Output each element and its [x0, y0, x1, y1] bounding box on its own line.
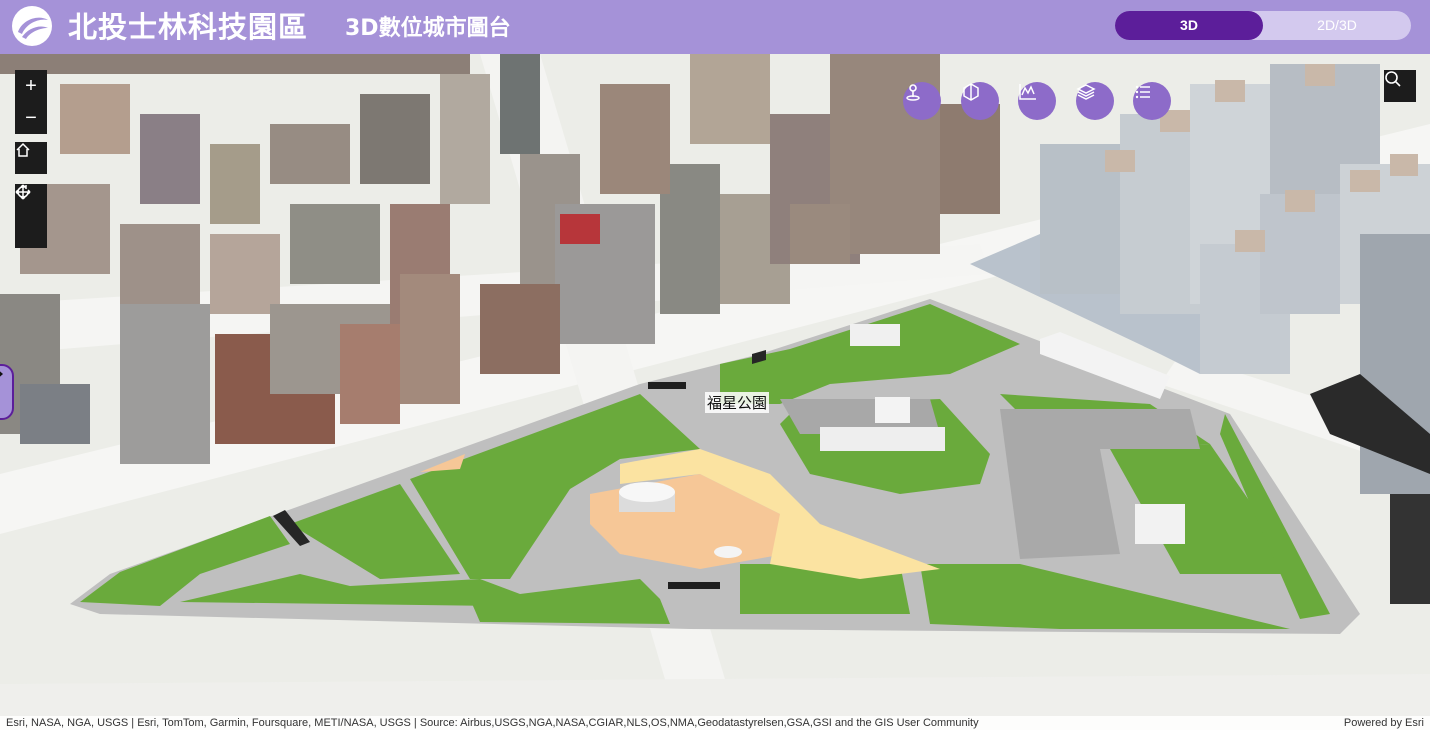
app-logo-icon — [12, 6, 52, 46]
zoom-in-icon: + — [25, 74, 37, 97]
view-mode-toggle: 3D 2D/3D — [1115, 11, 1411, 40]
cube-icon — [963, 83, 979, 101]
search-icon — [1385, 71, 1401, 87]
zoom-out-icon: − — [25, 106, 37, 129]
zoom-in-button[interactable]: + — [15, 70, 47, 102]
location-tool-button[interactable] — [903, 82, 941, 120]
navigation-toggle — [15, 184, 47, 248]
3d-object-tool-button[interactable] — [961, 82, 999, 120]
powered-by-esri-link[interactable]: Powered by Esri — [1344, 716, 1424, 730]
location-icon — [906, 84, 920, 101]
home-icon — [16, 142, 30, 157]
chart-tool-button[interactable] — [1018, 82, 1056, 120]
zoom-out-button[interactable]: − — [15, 102, 47, 134]
mode-3d-button[interactable]: 3D — [1115, 11, 1263, 40]
app-subtitle: 3D數位城市圖台 — [345, 16, 511, 41]
side-panel-toggle[interactable] — [0, 364, 14, 420]
app-header: 北投士林科技園區 3D數位城市圖台 3D 2D/3D — [0, 0, 1430, 54]
chart-icon — [1019, 84, 1036, 100]
home-button[interactable] — [15, 142, 47, 174]
scene-view-map[interactable]: 福星公園 + − Esri, NASA, NGA, USGS | Esri, T… — [0, 54, 1430, 730]
layers-icon — [1076, 84, 1096, 100]
mode-2d3d-button[interactable]: 2D/3D — [1263, 11, 1411, 40]
layers-tool-button[interactable] — [1076, 82, 1114, 120]
park-label[interactable]: 福星公園 — [705, 392, 770, 413]
list-icon — [1135, 85, 1150, 99]
rotate-icon — [17, 185, 29, 198]
zoom-controls: + − — [15, 70, 47, 134]
caret-right-icon — [0, 371, 3, 377]
attribution-text: Esri, NASA, NGA, USGS | Esri, TomTom, Ga… — [6, 717, 979, 729]
map-attribution: Esri, NASA, NGA, USGS | Esri, TomTom, Ga… — [0, 716, 1430, 730]
home-control — [15, 142, 47, 174]
list-tool-button[interactable] — [1133, 82, 1171, 120]
search-button[interactable] — [1384, 70, 1416, 102]
rotate-button[interactable] — [15, 185, 47, 248]
app-title: 北投士林科技園區 — [68, 10, 309, 44]
